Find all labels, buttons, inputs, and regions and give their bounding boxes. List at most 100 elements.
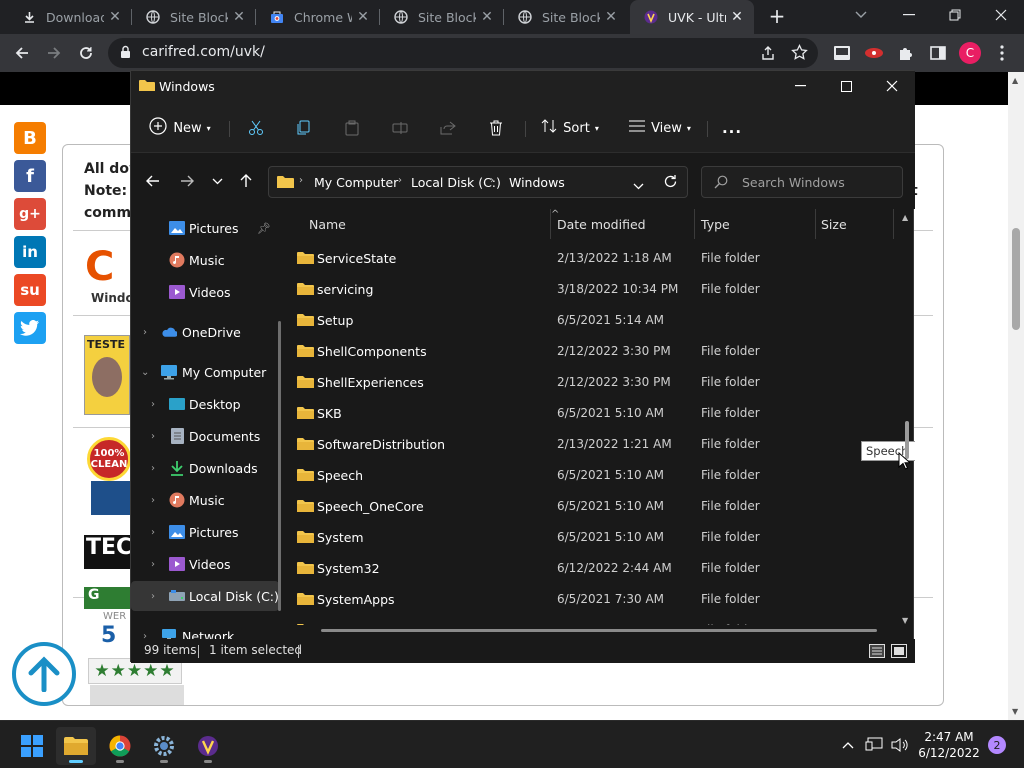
nav-item-documents[interactable]: › Documents xyxy=(131,421,279,451)
column-separator[interactable] xyxy=(550,209,551,239)
table-row[interactable]: SystemApps 6/5/2021 7:30 AM File folder xyxy=(289,584,899,615)
close-browser-button[interactable] xyxy=(978,0,1024,30)
search-input[interactable]: Search Windows xyxy=(701,166,903,198)
chevron-right-icon[interactable]: › xyxy=(151,495,161,506)
scroll-up-arrow-icon[interactable]: ▲ xyxy=(1012,76,1018,85)
settings-taskbar-button[interactable] xyxy=(144,727,184,765)
share-icon[interactable] xyxy=(760,45,776,65)
horizontal-scrollbar[interactable] xyxy=(321,629,877,632)
table-row[interactable]: Speech 6/5/2021 5:10 AM File folder xyxy=(289,460,899,491)
tab-search-chevron-icon[interactable] xyxy=(838,0,884,30)
chrome-menu-icon[interactable] xyxy=(988,39,1016,67)
reload-button[interactable] xyxy=(72,39,100,67)
column-separator[interactable] xyxy=(815,209,816,239)
address-history-chevron-icon[interactable] xyxy=(633,178,644,193)
close-button[interactable] xyxy=(869,71,915,101)
facebook-icon[interactable]: f xyxy=(14,160,46,192)
chevron-right-icon[interactable]: › xyxy=(143,631,153,640)
extensions-puzzle-icon[interactable] xyxy=(892,39,920,67)
nav-item-network[interactable]: › Network xyxy=(131,621,279,639)
nav-item-desktop[interactable]: › Desktop xyxy=(131,389,279,419)
scroll-down-arrow-icon[interactable]: ▼ xyxy=(1012,707,1018,716)
stumbleupon-icon[interactable]: su xyxy=(14,274,46,306)
close-tab-icon[interactable]: ✕ xyxy=(476,6,498,28)
column-header-date-modified[interactable]: Date modified xyxy=(557,209,646,239)
show-hidden-icons-chevron-icon[interactable] xyxy=(838,735,858,755)
table-row[interactable]: servicing 3/18/2022 10:34 PM File folder xyxy=(289,274,899,305)
cut-icon[interactable] xyxy=(243,113,269,143)
system-clock[interactable]: 2:47 AM 6/12/2022 xyxy=(918,729,980,761)
chevron-right-icon[interactable]: › xyxy=(143,327,153,338)
delete-icon[interactable] xyxy=(483,113,509,143)
nav-item-downloads[interactable]: › Downloads xyxy=(131,453,279,483)
minimize-browser-button[interactable] xyxy=(886,0,932,30)
start-button[interactable] xyxy=(12,727,52,765)
linkedin-icon[interactable]: in xyxy=(14,236,46,268)
profile-avatar[interactable]: C xyxy=(956,39,984,67)
uvk-taskbar-button[interactable] xyxy=(188,727,228,765)
nav-item-onedrive[interactable]: › OneDrive xyxy=(131,317,279,347)
tab-uvk-active[interactable]: UVK - Ultra ✕ xyxy=(630,0,754,34)
tab-site-blocker-3[interactable]: Site Blocke ✕ xyxy=(504,0,628,34)
file-explorer-taskbar-button[interactable] xyxy=(56,727,96,765)
close-tab-icon[interactable]: ✕ xyxy=(600,6,622,28)
tiles-view-icon[interactable] xyxy=(891,644,907,661)
chevron-right-icon[interactable]: › xyxy=(151,559,161,570)
network-icon[interactable] xyxy=(864,735,884,755)
maximize-button[interactable] xyxy=(823,71,869,101)
side-panel-icon[interactable] xyxy=(924,39,952,67)
up-folder-button[interactable] xyxy=(232,167,260,195)
bookmark-star-icon[interactable] xyxy=(791,43,808,65)
new-button[interactable]: New ▾ xyxy=(145,113,215,143)
more-options-button[interactable]: ... xyxy=(717,113,747,143)
explorer-title-bar[interactable]: Windows xyxy=(131,71,915,103)
tab-site-blocker-1[interactable]: Site Blocke ✕ xyxy=(132,0,256,34)
back-button[interactable] xyxy=(139,167,167,195)
tab-downloads[interactable]: Downloads ✕ xyxy=(8,0,132,34)
minimize-button[interactable] xyxy=(777,71,823,101)
tab-site-blocker-2[interactable]: Site Blocke ✕ xyxy=(380,0,504,34)
nav-item-music[interactable]: › Music xyxy=(131,485,279,515)
page-scrollbar-thumb[interactable] xyxy=(1012,228,1020,330)
breadcrumb-local-disk[interactable]: Local Disk (C:) xyxy=(411,175,501,190)
table-row[interactable]: System 6/5/2021 5:10 AM File folder xyxy=(289,522,899,553)
breadcrumb-my-computer[interactable]: My Computer xyxy=(314,175,398,190)
pin-icon[interactable]: 📌︎ xyxy=(257,222,271,235)
forward-button[interactable] xyxy=(173,167,201,195)
close-tab-icon[interactable]: ✕ xyxy=(104,6,126,28)
nav-item-pictures[interactable]: › Pictures xyxy=(131,517,279,547)
column-separator[interactable] xyxy=(893,209,894,239)
address-box[interactable]: › My Computer › Local Disk (C:) › Window… xyxy=(268,166,688,198)
table-row[interactable]: System32 6/12/2022 2:44 AM File folder xyxy=(289,553,899,584)
chevron-right-icon[interactable]: › xyxy=(151,463,161,474)
nav-item-videos[interactable]: › Videos xyxy=(131,549,279,579)
paste-icon[interactable] xyxy=(339,113,365,143)
breadcrumb-windows[interactable]: Windows xyxy=(509,175,565,190)
table-row[interactable]: ShellComponents 2/12/2022 3:30 PM File fol… xyxy=(289,336,899,367)
recent-locations-chevron-icon[interactable] xyxy=(203,167,231,195)
notification-badge[interactable]: 2 xyxy=(988,736,1006,754)
table-row[interactable]: SystemResources 3/18/2022 10:42 PM File fo… xyxy=(289,615,899,625)
chevron-right-icon[interactable]: › xyxy=(151,431,161,442)
blogger-icon[interactable]: B xyxy=(14,122,46,154)
nav-item-pictures-quick[interactable]: Pictures 📌︎ xyxy=(131,213,279,243)
table-row[interactable]: ShellExperiences 2/12/2022 3:30 PM File fo… xyxy=(289,367,899,398)
file-list-scrollbar[interactable]: ▲ ▼ xyxy=(901,209,913,625)
rename-icon[interactable] xyxy=(387,113,413,143)
volume-icon[interactable] xyxy=(890,735,910,755)
extension-screen-icon[interactable] xyxy=(828,39,856,67)
table-row[interactable]: Setup 6/5/2021 5:14 AM xyxy=(289,305,899,336)
chevron-right-icon[interactable]: › xyxy=(151,591,161,602)
restore-browser-button[interactable] xyxy=(932,0,978,30)
twitter-icon[interactable] xyxy=(14,312,46,344)
table-row[interactable]: Speech_OneCore 6/5/2021 5:10 AM File folde… xyxy=(289,491,899,522)
chevron-down-icon[interactable]: ⌄ xyxy=(141,367,151,378)
chevron-right-icon[interactable]: › xyxy=(151,527,161,538)
table-row[interactable]: ServiceState 2/13/2022 1:18 AM File folder xyxy=(289,243,899,274)
table-row[interactable]: SoftwareDistribution 2/13/2022 1:21 AM Fil… xyxy=(289,429,899,460)
scroll-up-arrow-icon[interactable]: ▲ xyxy=(902,213,908,222)
forward-button[interactable] xyxy=(40,39,68,67)
view-button[interactable]: View ▾ xyxy=(625,113,695,143)
scroll-down-arrow-icon[interactable]: ▼ xyxy=(902,616,908,625)
close-tab-icon[interactable]: ✕ xyxy=(726,6,748,28)
